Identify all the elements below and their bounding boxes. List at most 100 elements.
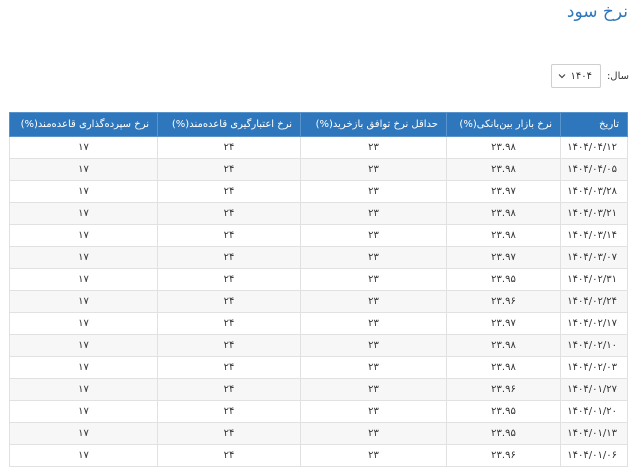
repo-min-rate-cell: ۲۳	[300, 378, 447, 401]
interbank-rate-cell: ۲۳.۹۸	[446, 224, 561, 247]
repo-min-rate-cell: ۲۳	[300, 180, 447, 203]
date-cell: ۱۴۰۴/۰۳/۲۱	[560, 202, 628, 225]
repo-min-rate-cell: ۲۳	[300, 136, 447, 159]
deposit-rate-cell: ۱۷	[9, 290, 158, 313]
credit-rate-cell: ۲۴	[157, 400, 301, 423]
table-row: ۱۴۰۴/۰۲/۱۰ ۲۳.۹۸ ۲۳ ۲۴ ۱۷	[9, 334, 628, 357]
repo-min-rate-cell: ۲۳	[300, 356, 447, 379]
date-cell: ۱۴۰۴/۰۲/۱۰	[560, 334, 628, 357]
table-body: ۱۴۰۴/۰۴/۱۲ ۲۳.۹۸ ۲۳ ۲۴ ۱۷ ۱۴۰۴/۰۴/۰۵ ۲۳.…	[9, 136, 628, 467]
repo-min-rate-cell: ۲۳	[300, 400, 447, 423]
interbank-rate-cell: ۲۳.۹۶	[446, 444, 561, 467]
credit-rate-cell: ۲۴	[157, 224, 301, 247]
interbank-rate-cell: ۲۳.۹۷	[446, 180, 561, 203]
deposit-rate-cell: ۱۷	[9, 268, 158, 291]
repo-min-rate-cell: ۲۳	[300, 224, 447, 247]
repo-min-rate-cell: ۲۳	[300, 246, 447, 269]
table-row: ۱۴۰۴/۰۲/۲۴ ۲۳.۹۶ ۲۳ ۲۴ ۱۷	[9, 290, 628, 313]
interbank-rate-cell: ۲۳.۹۸	[446, 202, 561, 225]
credit-rate-cell: ۲۴	[157, 422, 301, 445]
table-header-row: تاریخ نرخ بازار بین‌بانکی(%) حداقل نرخ ت…	[9, 112, 628, 137]
repo-min-rate-cell: ۲۳	[300, 290, 447, 313]
deposit-rate-cell: ۱۷	[9, 224, 158, 247]
interbank-rate-cell: ۲۳.۹۸	[446, 136, 561, 159]
date-cell: ۱۴۰۴/۰۴/۰۵	[560, 158, 628, 181]
interest-rates-table: تاریخ نرخ بازار بین‌بانکی(%) حداقل نرخ ت…	[9, 112, 628, 467]
interbank-rate-cell: ۲۳.۹۵	[446, 268, 561, 291]
date-cell: ۱۴۰۴/۰۲/۰۳	[560, 356, 628, 379]
interbank-rate-cell: ۲۳.۹۸	[446, 334, 561, 357]
credit-rate-cell: ۲۴	[157, 444, 301, 467]
date-cell: ۱۴۰۴/۰۳/۰۷	[560, 246, 628, 269]
table-row: ۱۴۰۴/۰۴/۱۲ ۲۳.۹۸ ۲۳ ۲۴ ۱۷	[9, 136, 628, 159]
repo-min-rate-cell: ۲۳	[300, 312, 447, 335]
deposit-rate-cell: ۱۷	[9, 312, 158, 335]
repo-min-rate-cell: ۲۳	[300, 422, 447, 445]
credit-rate-cell: ۲۴	[157, 136, 301, 159]
deposit-rate-cell: ۱۷	[9, 334, 158, 357]
credit-rate-cell: ۲۴	[157, 158, 301, 181]
deposit-rate-cell: ۱۷	[9, 356, 158, 379]
interbank-rate-cell: ۲۳.۹۶	[446, 378, 561, 401]
column-header-interbank[interactable]: نرخ بازار بین‌بانکی(%)	[446, 112, 561, 137]
repo-min-rate-cell: ۲۳	[300, 202, 447, 225]
date-cell: ۱۴۰۴/۰۲/۲۴	[560, 290, 628, 313]
credit-rate-cell: ۲۴	[157, 356, 301, 379]
date-cell: ۱۴۰۴/۰۲/۱۷	[560, 312, 628, 335]
table-row: ۱۴۰۴/۰۴/۰۵ ۲۳.۹۸ ۲۳ ۲۴ ۱۷	[9, 158, 628, 181]
column-header-deposit[interactable]: نرخ سپرده‌گذاری قاعده‌مند(%)	[9, 112, 158, 137]
credit-rate-cell: ۲۴	[157, 312, 301, 335]
date-cell: ۱۴۰۴/۰۱/۲۰	[560, 400, 628, 423]
deposit-rate-cell: ۱۷	[9, 444, 158, 467]
year-filter: سال: ۱۴۰۴	[550, 64, 629, 88]
interbank-rate-cell: ۲۳.۹۵	[446, 400, 561, 423]
repo-min-rate-cell: ۲۳	[300, 444, 447, 467]
interbank-rate-cell: ۲۳.۹۷	[446, 312, 561, 335]
table-row: ۱۴۰۴/۰۱/۱۳ ۲۳.۹۵ ۲۳ ۲۴ ۱۷	[9, 422, 628, 445]
date-cell: ۱۴۰۴/۰۱/۱۳	[560, 422, 628, 445]
year-value: ۱۴۰۴	[570, 70, 592, 82]
year-label: سال:	[606, 70, 629, 82]
date-cell: ۱۴۰۴/۰۲/۳۱	[560, 268, 628, 291]
repo-min-rate-cell: ۲۳	[300, 268, 447, 291]
deposit-rate-cell: ۱۷	[9, 202, 158, 225]
table-row: ۱۴۰۴/۰۲/۱۷ ۲۳.۹۷ ۲۳ ۲۴ ۱۷	[9, 312, 628, 335]
table-row: ۱۴۰۴/۰۳/۰۷ ۲۳.۹۷ ۲۳ ۲۴ ۱۷	[9, 246, 628, 269]
column-header-credit[interactable]: نرخ اعتبارگیری قاعده‌مند(%)	[157, 112, 301, 137]
date-cell: ۱۴۰۴/۰۱/۰۶	[560, 444, 628, 467]
deposit-rate-cell: ۱۷	[9, 378, 158, 401]
credit-rate-cell: ۲۴	[157, 268, 301, 291]
interbank-rate-cell: ۲۳.۹۵	[446, 422, 561, 445]
credit-rate-cell: ۲۴	[157, 246, 301, 269]
repo-min-rate-cell: ۲۳	[300, 334, 447, 357]
date-cell: ۱۴۰۴/۰۳/۲۸	[560, 180, 628, 203]
year-select[interactable]: ۱۴۰۴	[550, 64, 601, 88]
repo-min-rate-cell: ۲۳	[300, 158, 447, 181]
interbank-rate-cell: ۲۳.۹۷	[446, 246, 561, 269]
date-cell: ۱۴۰۴/۰۳/۱۴	[560, 224, 628, 247]
column-header-date[interactable]: تاریخ	[560, 112, 628, 137]
date-cell: ۱۴۰۴/۰۴/۱۲	[560, 136, 628, 159]
chevron-down-icon	[558, 72, 566, 80]
table-row: ۱۴۰۴/۰۲/۳۱ ۲۳.۹۵ ۲۳ ۲۴ ۱۷	[9, 268, 628, 291]
deposit-rate-cell: ۱۷	[9, 400, 158, 423]
credit-rate-cell: ۲۴	[157, 378, 301, 401]
credit-rate-cell: ۲۴	[157, 290, 301, 313]
deposit-rate-cell: ۱۷	[9, 246, 158, 269]
deposit-rate-cell: ۱۷	[9, 136, 158, 159]
deposit-rate-cell: ۱۷	[9, 158, 158, 181]
interbank-rate-cell: ۲۳.۹۸	[446, 356, 561, 379]
credit-rate-cell: ۲۴	[157, 180, 301, 203]
table-row: ۱۴۰۴/۰۳/۲۸ ۲۳.۹۷ ۲۳ ۲۴ ۱۷	[9, 180, 628, 203]
column-header-repo-min[interactable]: حداقل نرخ توافق بازخرید(%)	[300, 112, 447, 137]
credit-rate-cell: ۲۴	[157, 202, 301, 225]
table-row: ۱۴۰۴/۰۳/۱۴ ۲۳.۹۸ ۲۳ ۲۴ ۱۷	[9, 224, 628, 247]
page-title: نرخ سود	[566, 2, 628, 22]
interbank-rate-cell: ۲۳.۹۶	[446, 290, 561, 313]
interbank-rate-cell: ۲۳.۹۸	[446, 158, 561, 181]
credit-rate-cell: ۲۴	[157, 334, 301, 357]
table-row: ۱۴۰۴/۰۲/۰۳ ۲۳.۹۸ ۲۳ ۲۴ ۱۷	[9, 356, 628, 379]
deposit-rate-cell: ۱۷	[9, 422, 158, 445]
deposit-rate-cell: ۱۷	[9, 180, 158, 203]
table-row: ۱۴۰۴/۰۱/۲۷ ۲۳.۹۶ ۲۳ ۲۴ ۱۷	[9, 378, 628, 401]
